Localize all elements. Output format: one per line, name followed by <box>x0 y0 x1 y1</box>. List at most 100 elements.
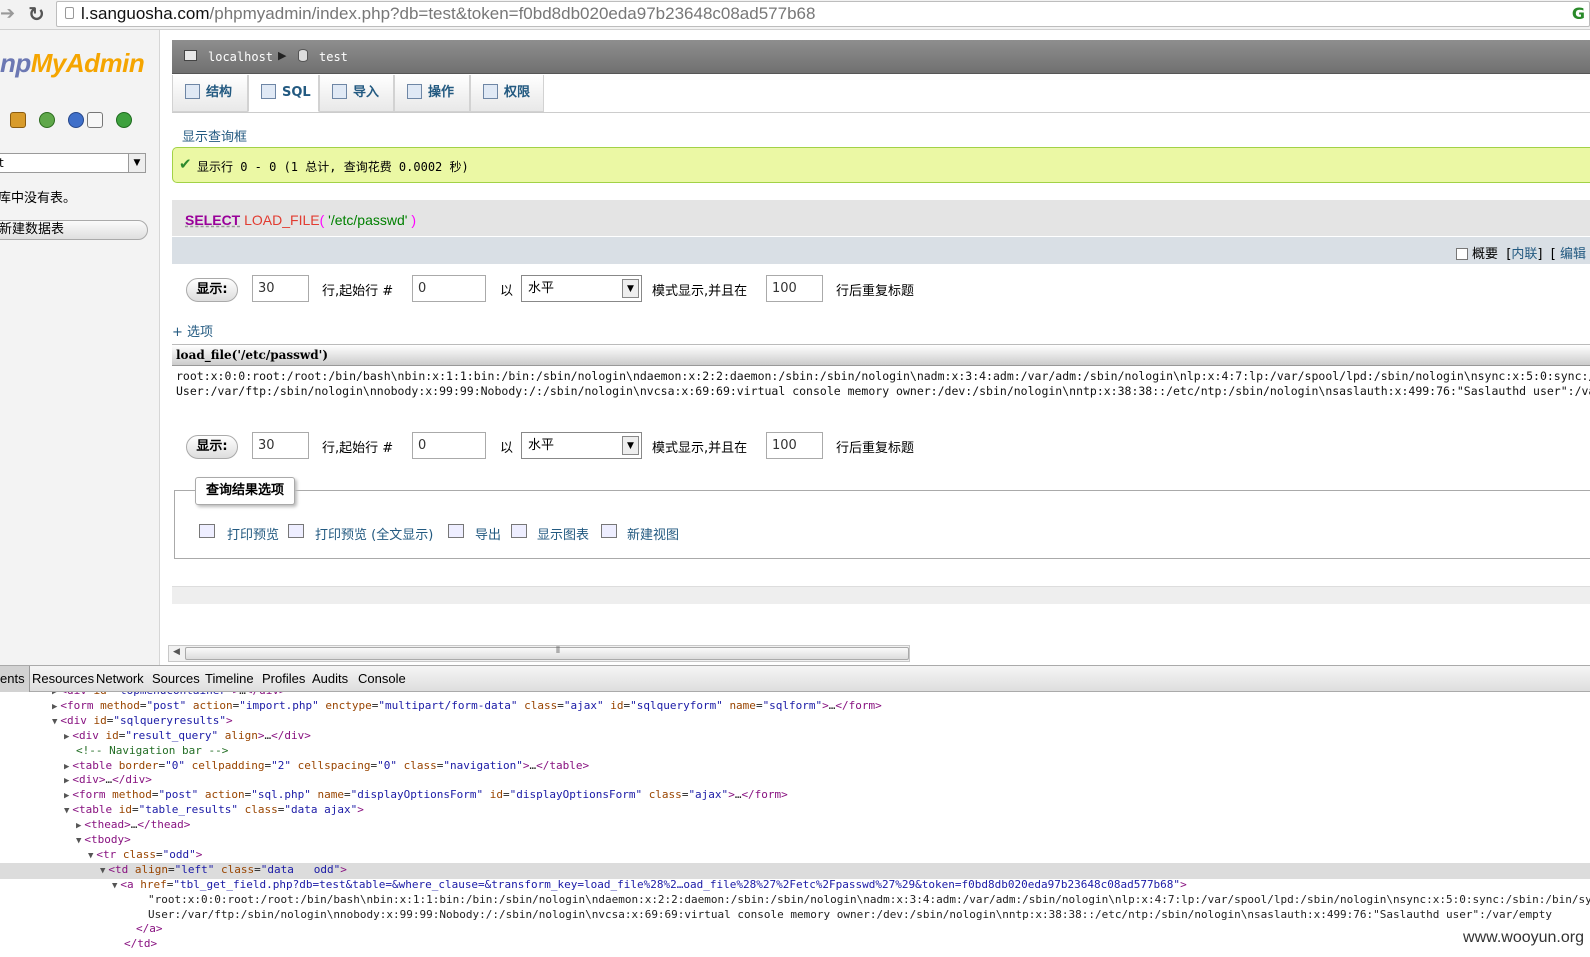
address-bar[interactable]: l.sanguosha.com/phpmyadmin/index.php?db=… <box>56 1 1590 27</box>
options-toggle[interactable]: + 选项 <box>172 321 213 340</box>
expand-down-icon[interactable]: ▼ <box>100 866 105 876</box>
docs-icon[interactable] <box>87 112 103 128</box>
expand-down-icon[interactable]: ▼ <box>64 806 69 816</box>
expand-right-icon[interactable]: ▶ <box>76 821 81 831</box>
start-row-input[interactable]: 0 <box>412 432 486 459</box>
dom-node[interactable]: ▶ <form method="post" action="import.php"… <box>52 699 882 715</box>
help-icon[interactable] <box>68 112 84 128</box>
mode-suffix-label: 模式显示,并且在 <box>652 284 748 299</box>
create-view-link[interactable]: 新建视图 <box>627 524 679 543</box>
scroll-left-icon[interactable]: ◀ <box>173 647 180 657</box>
export-icon[interactable] <box>448 524 464 538</box>
start-row-input[interactable]: 0 <box>412 275 486 302</box>
dom-node[interactable]: ▼ <div id="sqlqueryresults"> <box>52 714 233 730</box>
show-button[interactable]: 显示: <box>186 435 238 459</box>
dom-node[interactable]: ▼ <tr class="odd"> <box>88 848 202 864</box>
tab-sql[interactable]: SQL <box>248 75 319 112</box>
dom-node[interactable]: "root:x:0:0:root:/root:/bin/bash\nbin:x:… <box>148 893 1590 908</box>
repeat-header-label: 行后重复标题 <box>836 441 915 456</box>
print-full-icon[interactable] <box>288 524 304 538</box>
dom-node[interactable]: ▶ <div>…</div> <box>64 773 152 789</box>
expand-right-icon[interactable]: ▶ <box>64 732 69 742</box>
tab-privileges[interactable]: 权限 <box>470 75 544 112</box>
phpmyadmin-logo[interactable]: npMyAdmin <box>0 48 145 79</box>
dom-node[interactable]: <!-- Navigation bar --> <box>76 744 228 759</box>
url-text[interactable]: l.sanguosha.com/phpmyadmin/index.php?db=… <box>81 4 815 24</box>
dom-node[interactable]: </td> <box>124 937 157 952</box>
tab-structure[interactable]: 结构 <box>172 75 248 112</box>
new-table-button[interactable]: 新建数据表 <box>0 220 148 240</box>
sql-paren-close: ) <box>411 212 417 228</box>
sql-toolbar-links: 概要 [内联] [ 编辑 <box>1456 243 1586 262</box>
expand-right-icon[interactable]: ▶ <box>64 776 69 786</box>
expand-down-icon[interactable]: ▼ <box>88 851 93 861</box>
tab-operations[interactable]: 操作 <box>394 75 470 112</box>
devtools-tab-sources[interactable]: Sources <box>152 671 200 686</box>
display-chart-link[interactable]: 显示图表 <box>537 524 589 543</box>
scrollbar-thumb[interactable]: ⦀ <box>185 646 909 660</box>
view-icon[interactable] <box>601 524 617 538</box>
dom-node[interactable]: ▶ <thead>…</thead> <box>76 818 190 834</box>
expand-right-icon[interactable]: ▶ <box>52 692 57 697</box>
result-cell-line: root:x:0:0:root:/root:/bin/bash\nbin:x:1… <box>176 369 1590 383</box>
dom-node[interactable]: ▼ <table id="table_results" class="data a… <box>64 803 364 819</box>
breadcrumb-database[interactable]: test <box>319 50 348 64</box>
expand-down-icon[interactable]: ▼ <box>76 836 81 846</box>
print-icon[interactable] <box>199 524 215 538</box>
dom-node[interactable]: </a> <box>136 922 163 937</box>
dom-node[interactable]: User:/var/ftp:/sbin/nologin\nnobody:x:99… <box>148 908 1552 923</box>
results-column-header[interactable]: load_file('/etc/passwd') <box>172 344 1590 366</box>
expand-right-icon[interactable]: ▶ <box>64 791 69 801</box>
expand-down-icon[interactable]: ▼ <box>112 881 117 891</box>
database-select[interactable]: t ▼ <box>0 153 146 173</box>
repeat-header-input[interactable]: 100 <box>766 432 823 459</box>
breadcrumb-server[interactable]: localhost <box>208 50 273 64</box>
devtools-tab-profiles[interactable]: Profiles <box>262 671 305 686</box>
bracket: ] <box>1537 247 1543 262</box>
print-preview-full-link[interactable]: 打印预览 (全文显示) <box>315 524 433 543</box>
show-query-box-link[interactable]: 显示查询框 <box>182 126 247 145</box>
reload-icon[interactable] <box>116 112 132 128</box>
chevron-down-icon[interactable]: ▼ <box>622 436 639 455</box>
devtools-tab-resources[interactable]: Resources <box>32 671 94 686</box>
display-options-top: 显示: 30 行,起始行 # 0 以 水平 ▼ 模式显示,并且在 100 行后重复… <box>186 275 986 305</box>
devtools-tab-ents[interactable]: ents <box>0 666 30 692</box>
profiling-checkbox[interactable] <box>1456 248 1469 260</box>
devtools-tab-console[interactable]: Console <box>358 671 406 686</box>
print-preview-link[interactable]: 打印预览 <box>227 524 279 543</box>
show-button[interactable]: 显示: <box>186 278 238 302</box>
reload-page-icon[interactable]: ↻ <box>28 2 45 26</box>
dom-node[interactable]: ▼ <tbody> <box>76 833 131 849</box>
dom-node[interactable]: ▶ <form method="post" action="sql.php" na… <box>64 788 788 804</box>
chart-icon[interactable] <box>511 524 527 538</box>
expand-right-icon[interactable]: ▶ <box>52 702 57 712</box>
rows-input[interactable]: 30 <box>252 275 309 302</box>
sql-keyword[interactable]: SELECT <box>185 212 240 228</box>
repeat-header-input[interactable]: 100 <box>766 275 823 302</box>
dom-node[interactable]: ▶ <div id="result_query" align>…</div> <box>64 729 311 745</box>
expand-right-icon[interactable]: ▶ <box>64 762 69 772</box>
export-link[interactable]: 导出 <box>475 524 501 543</box>
home-icon[interactable] <box>10 112 26 128</box>
extension-icon[interactable]: G <box>1572 4 1585 23</box>
edit-link[interactable]: 编辑 <box>1560 247 1586 262</box>
horizontal-scrollbar[interactable]: ◀ ⦀ <box>168 645 910 662</box>
tab-import[interactable]: 导入 <box>319 75 394 112</box>
dom-node[interactable]: ▼ <a href="tbl_get_field.php?db=test&tabl… <box>112 878 1187 894</box>
breadcrumb: localhost ▶ test <box>172 40 1590 74</box>
devtools-tab-audits[interactable]: Audits <box>312 671 348 686</box>
expand-down-icon[interactable]: ▼ <box>52 717 57 727</box>
inline-edit-link[interactable]: 内联 <box>1511 247 1537 262</box>
table-row[interactable]: root:x:0:0:root:/root:/bin/bash\nbin:x:1… <box>172 366 1590 406</box>
forward-icon[interactable]: ➔ <box>0 3 15 24</box>
chevron-down-icon[interactable]: ▼ <box>622 279 639 298</box>
display-mode-select[interactable]: 水平 ▼ <box>521 432 642 459</box>
dom-node-selected[interactable]: ▼ <td align="left" class="data odd"> <box>0 862 1590 879</box>
devtools-tab-timeline[interactable]: Timeline <box>205 671 254 686</box>
logout-icon[interactable] <box>39 112 55 128</box>
display-mode-select[interactable]: 水平 ▼ <box>521 275 642 302</box>
chevron-down-icon[interactable]: ▼ <box>128 154 145 172</box>
rows-input[interactable]: 30 <box>252 432 309 459</box>
devtools-tab-network[interactable]: Network <box>96 671 144 686</box>
dom-node[interactable]: ▶ <table border="0" cellpadding="2" cells… <box>64 759 589 775</box>
